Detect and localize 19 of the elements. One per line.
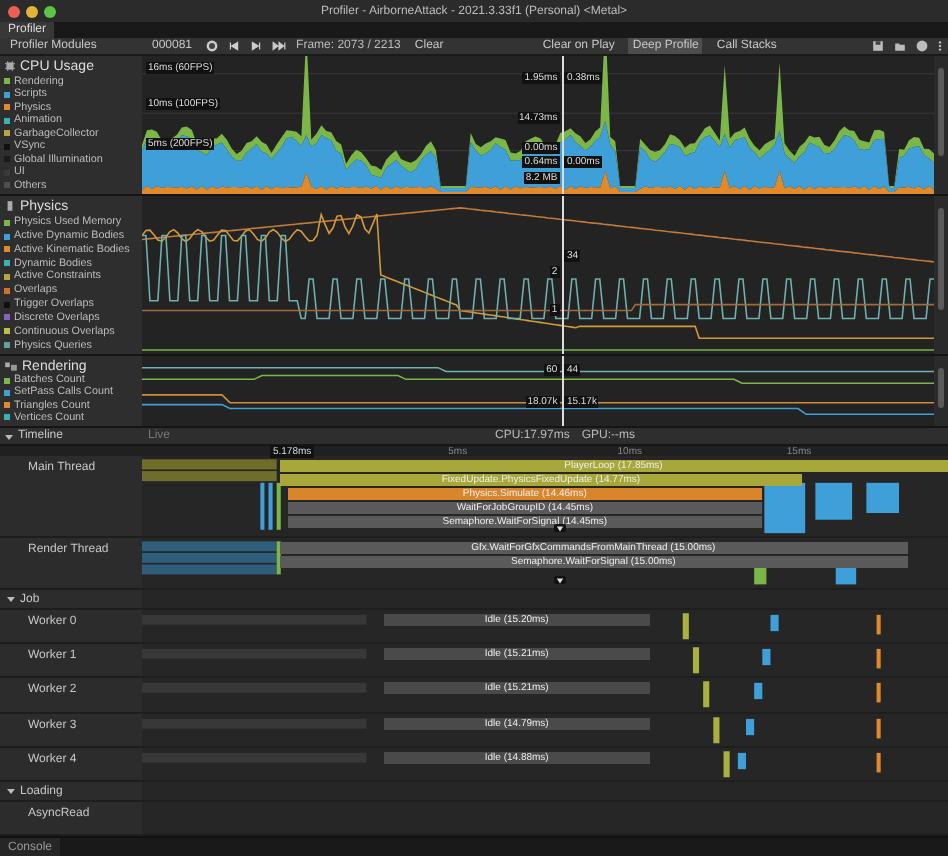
caret-icon[interactable] [6,594,16,605]
expand-button[interactable] [553,524,566,533]
close-button[interactable] [8,5,20,17]
scrollbar[interactable] [938,68,944,157]
caret-icon[interactable] [4,431,14,441]
cpu-icon [4,60,16,73]
maximize-button[interactable] [44,5,56,17]
scrollbar[interactable] [938,368,944,409]
last-frame-icon[interactable] [272,40,287,52]
expand-button[interactable] [553,576,566,585]
minimize-button[interactable] [26,5,38,17]
next-frame-icon[interactable] [250,40,263,52]
caret-icon[interactable] [6,786,16,797]
menu-icon[interactable] [938,40,943,52]
scrollbar[interactable] [938,208,944,311]
previous-frame-icon[interactable] [228,40,241,52]
save-icon[interactable] [872,40,885,52]
cubes-icon [4,360,18,373]
record-icon[interactable] [206,40,219,52]
